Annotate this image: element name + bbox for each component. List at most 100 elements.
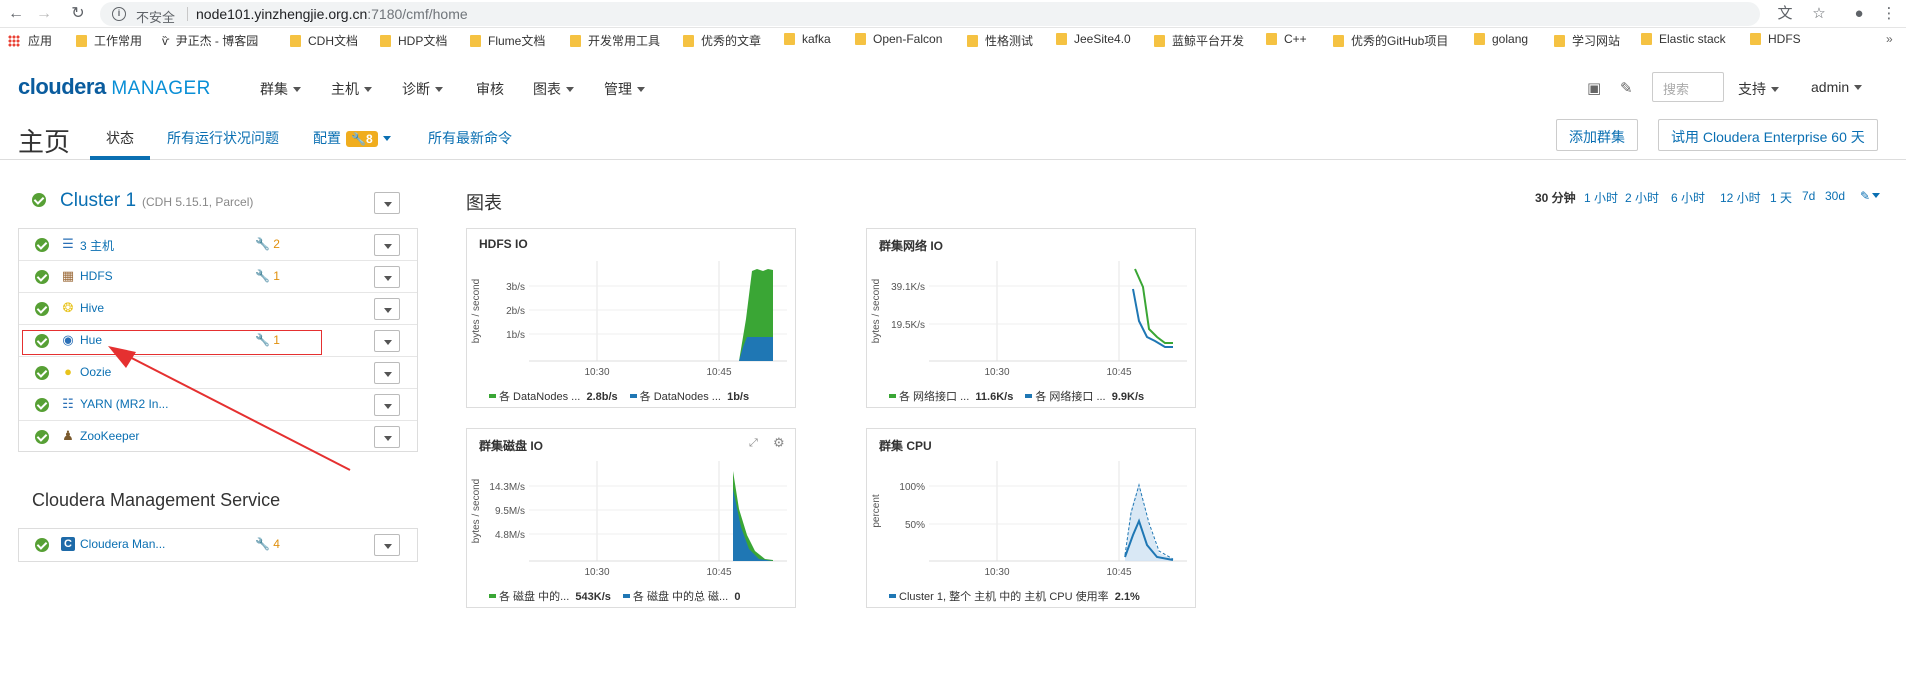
bookmark-item[interactable]: 性格测试 xyxy=(967,32,1033,49)
info-icon[interactable]: i xyxy=(112,7,126,21)
tab-configuration[interactable]: 配置 🔧8 xyxy=(313,128,391,148)
bookmark-item[interactable]: Open-Falcon xyxy=(855,32,942,46)
nav-hosts[interactable]: 主机 xyxy=(331,79,372,99)
config-issue-indicator[interactable]: 🔧 4 xyxy=(255,537,280,551)
legend-value: 9.9K/s xyxy=(1111,391,1145,403)
zookeeper-icon: ♟ xyxy=(62,428,74,443)
bookmark-item[interactable]: Elastic stack xyxy=(1641,32,1726,46)
x-tick-label: 10:30 xyxy=(584,367,609,378)
legend-item[interactable]: 各 网络接口 ... 11.6K/s xyxy=(889,391,1013,403)
service-actions-dropdown[interactable] xyxy=(374,234,400,256)
tab-status[interactable]: 状态 xyxy=(106,128,134,148)
nav-administration[interactable]: 管理 xyxy=(604,79,645,99)
translate-icon[interactable]: 文 xyxy=(1774,3,1796,25)
running-commands-icon[interactable]: ✎ xyxy=(1620,79,1633,97)
back-icon[interactable]: ← xyxy=(6,4,26,24)
bookmark-item[interactable]: 工作常用 xyxy=(76,32,142,49)
service-actions-dropdown[interactable] xyxy=(374,394,400,416)
legend-swatch xyxy=(622,594,630,598)
bookmark-item[interactable]: HDP文档 xyxy=(380,32,447,49)
config-issue-indicator[interactable]: 🔧 2 xyxy=(255,237,280,251)
bookmark-item[interactable]: Flume文档 xyxy=(470,32,545,49)
legend-item[interactable]: 各 DataNodes ... 1b/s xyxy=(629,391,749,403)
profile-icon[interactable]: ● xyxy=(1848,3,1870,25)
service-name-link[interactable]: YARN (MR2 In... xyxy=(80,397,168,411)
menu-icon[interactable]: ⋮ xyxy=(1878,3,1900,25)
service-actions-dropdown[interactable] xyxy=(374,534,400,556)
x-tick-label: 10:30 xyxy=(984,567,1009,578)
trial-button[interactable]: 试用 Cloudera Enterprise 60 天 xyxy=(1658,119,1878,151)
active-tab-indicator xyxy=(90,156,150,160)
bookmark-item[interactable]: 优秀的GitHub项目 xyxy=(1333,32,1448,49)
service-actions-dropdown[interactable] xyxy=(374,298,400,320)
cluster-name-link[interactable]: Cluster 1 xyxy=(60,190,136,212)
nav-audits[interactable]: 审核 xyxy=(476,79,504,99)
time-range-option[interactable]: 12 小时 xyxy=(1720,189,1761,206)
chart-edit-icon[interactable]: ✎ xyxy=(1860,189,1881,203)
search-input[interactable]: 搜索 xyxy=(1652,72,1724,102)
more-bookmarks-icon[interactable]: » xyxy=(1886,32,1893,46)
bookmark-item[interactable]: C++ xyxy=(1266,32,1307,46)
forward-icon[interactable]: → xyxy=(34,4,54,24)
parcel-icon[interactable]: ▣ xyxy=(1587,79,1601,97)
time-range-option[interactable]: 1 天 xyxy=(1770,189,1792,206)
service-name-link[interactable]: Oozie xyxy=(80,365,111,379)
address-bar[interactable]: i 不安全 node101.yinzhengjie.org.cn:7180/cm… xyxy=(100,2,1760,26)
cloudera-logo[interactable]: cloudera MANAGER xyxy=(18,74,211,100)
bookmark-item[interactable]: JeeSite4.0 xyxy=(1056,32,1131,46)
service-name-link[interactable]: Hive xyxy=(80,301,104,315)
time-range-option[interactable]: 30 分钟 xyxy=(1535,189,1576,206)
legend-label: 各 DataNodes ... xyxy=(639,391,721,403)
health-good-icon xyxy=(35,398,49,412)
service-actions-dropdown[interactable] xyxy=(374,266,400,288)
legend-item[interactable]: 各 网络接口 ... 9.9K/s xyxy=(1025,391,1144,403)
time-range-option[interactable]: 2 小时 xyxy=(1625,189,1659,206)
legend-item[interactable]: 各 磁盘 中的总 磁... 0 xyxy=(622,591,740,603)
time-range-option[interactable]: 30d xyxy=(1825,189,1845,203)
service-actions-dropdown[interactable] xyxy=(374,362,400,384)
bookmark-item[interactable]: 优秀的文章 xyxy=(683,32,761,49)
bookmark-apps[interactable]: 应用 xyxy=(8,32,52,49)
bookmark-item[interactable]: 开发常用工具 xyxy=(570,32,660,49)
service-actions-dropdown[interactable] xyxy=(374,426,400,448)
support-menu[interactable]: 支持 xyxy=(1738,79,1779,99)
chart-card[interactable]: 群集磁盘 IO ⤢ ⚙ bytes / second 14.3M/s 9.5M/s 4.8M… xyxy=(466,428,796,608)
chart-card[interactable]: HDFS IO bytes / second 3b/s 2b/s 1b/s 10:30 10… xyxy=(466,228,796,408)
legend-item[interactable]: Cluster 1, 整个 主机 中的 主机 CPU 使用率 2.1% xyxy=(889,591,1140,603)
bookmark-item[interactable]: ѷ 尹正杰 - 博客园 xyxy=(162,32,258,49)
bookmark-item[interactable]: golang xyxy=(1474,32,1528,46)
service-actions-dropdown[interactable] xyxy=(374,330,400,352)
chart-card[interactable]: 群集网络 IO bytes / second 39.1K/s 19.5K/s 10:30… xyxy=(866,228,1196,408)
url-text[interactable]: node101.yinzhengjie.org.cn:7180/cmf/home xyxy=(196,6,468,22)
nav-diagnostics[interactable]: 诊断 xyxy=(402,79,443,99)
chart-card[interactable]: 群集 CPU percent 100% 50% 10:30 10:45 Cluster 1,… xyxy=(866,428,1196,608)
service-name-link[interactable]: Cloudera Man... xyxy=(80,537,165,551)
x-tick-label: 10:45 xyxy=(1106,567,1131,578)
bookmark-item[interactable]: CDH文档 xyxy=(290,32,358,49)
cluster-actions-dropdown[interactable] xyxy=(374,192,400,214)
config-issue-indicator[interactable]: 🔧 1 xyxy=(255,269,280,283)
service-name-link[interactable]: 3 主机 xyxy=(80,237,114,254)
bookmark-item[interactable]: HDFS xyxy=(1750,32,1801,46)
add-cluster-button[interactable]: 添加群集 xyxy=(1556,119,1638,151)
star-icon[interactable]: ☆ xyxy=(1808,3,1830,25)
service-name-link[interactable]: HDFS xyxy=(80,269,113,283)
bookmark-item[interactable]: 蓝鲸平台开发 xyxy=(1154,32,1244,49)
health-good-icon xyxy=(35,302,49,316)
legend-item[interactable]: 各 磁盘 中的... 543K/s xyxy=(489,591,611,603)
service-row: ❂ Hive xyxy=(19,293,417,325)
nav-charts[interactable]: 图表 xyxy=(533,79,574,99)
tab-recent-commands[interactable]: 所有最新命令 xyxy=(428,128,512,148)
service-name-link[interactable]: ZooKeeper xyxy=(80,429,139,443)
nav-clusters[interactable]: 群集 xyxy=(260,79,301,99)
time-range-option[interactable]: 6 小时 xyxy=(1671,189,1705,206)
time-range-option[interactable]: 7d xyxy=(1802,189,1815,203)
legend-item[interactable]: 各 DataNodes ... 2.8b/s xyxy=(489,391,618,403)
reload-icon[interactable]: ↻ xyxy=(68,4,88,24)
time-range-option[interactable]: 1 小时 xyxy=(1584,189,1618,206)
bookmark-item[interactable]: kafka xyxy=(784,32,831,46)
user-menu[interactable]: admin xyxy=(1811,79,1863,95)
mgmt-section-title: Cloudera Management Service xyxy=(32,490,281,510)
bookmark-item[interactable]: 学习网站 xyxy=(1554,32,1620,49)
tab-health-issues[interactable]: 所有运行状况问题 xyxy=(167,128,279,148)
